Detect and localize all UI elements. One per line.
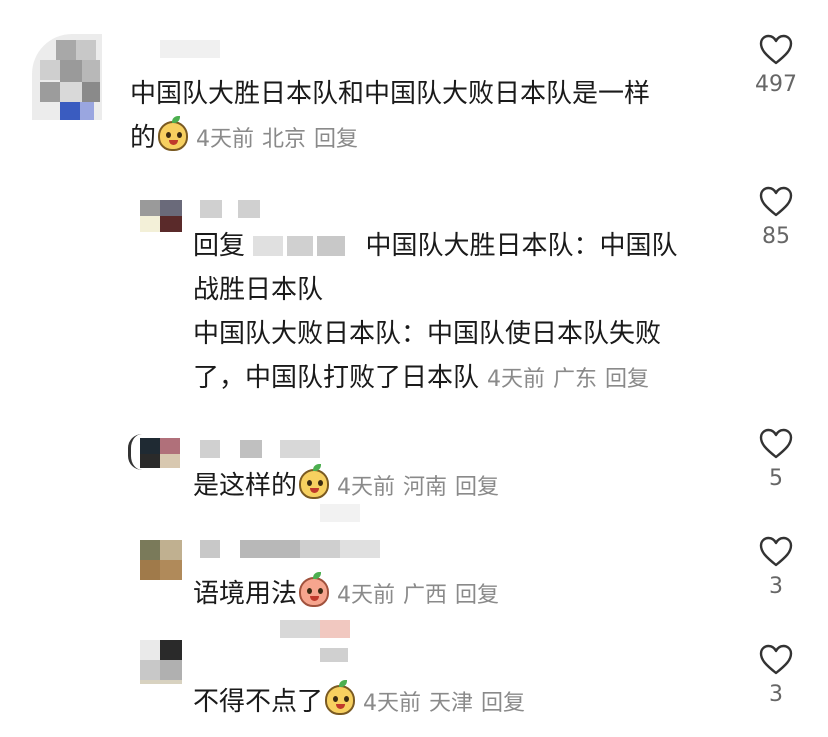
reply-line1: 中国队大胜日本队：中国队 (365, 231, 678, 261)
like-button[interactable]: 85 (746, 186, 806, 249)
comment-location: 广东 (553, 367, 598, 392)
like-count: 5 (769, 466, 783, 491)
comment-text: 了，中国队打败了日本队 4天前 广东 回复 (193, 356, 649, 402)
peach-emoji-icon (299, 572, 330, 607)
smiling-peach-emoji-icon (325, 680, 356, 715)
heart-outline-icon[interactable] (759, 644, 793, 676)
heart-outline-icon[interactable] (759, 536, 793, 568)
username-blurred[interactable] (200, 540, 380, 558)
comment-time: 4天前 (337, 475, 396, 500)
like-button[interactable]: 5 (746, 428, 806, 491)
avatar[interactable] (32, 34, 102, 120)
username-blurred[interactable] (200, 440, 320, 458)
reply-line2: 战胜日本队 (193, 275, 324, 305)
comment-text-line2: 的 (130, 123, 157, 153)
username-blurred[interactable] (200, 620, 390, 662)
like-button[interactable]: 3 (746, 644, 806, 707)
heart-outline-icon[interactable] (759, 428, 793, 460)
username-blurred[interactable] (200, 200, 260, 218)
comment-time: 4天前 (196, 127, 255, 152)
like-button[interactable]: 497 (746, 34, 806, 97)
like-button[interactable]: 3 (746, 536, 806, 599)
reply-button[interactable]: 回复 (455, 475, 499, 500)
like-count: 3 (769, 574, 783, 599)
reply-button[interactable]: 回复 (605, 367, 649, 392)
reply-line4: 了，中国队打败了日本队 (193, 363, 480, 393)
like-count: 3 (769, 682, 783, 707)
comment-text: 语境用法 4天前 广西 回复 (193, 572, 499, 618)
comment-text: 的 4天前 北京 回复 (130, 116, 358, 162)
heart-outline-icon[interactable] (759, 34, 793, 66)
reply-button[interactable]: 回复 (455, 583, 499, 608)
smiling-peach-emoji-icon (158, 116, 189, 151)
like-count: 85 (762, 224, 790, 249)
reply-text: 回复 中国队大胜日本队：中国队 (193, 224, 678, 268)
smiling-peach-emoji-icon (299, 464, 330, 499)
comment-location: 天津 (429, 691, 474, 716)
comment-location: 广西 (403, 583, 448, 608)
reply-prefix: 回复 (193, 231, 246, 261)
reply-line3: 中国队大败日本队：中国队使日本队失败 (193, 319, 662, 349)
avatar[interactable] (140, 540, 182, 580)
username-blurred[interactable] (160, 40, 220, 58)
comment-text: 中国队大胜日本队和中国队大败日本队是一样 (130, 72, 650, 116)
like-count: 497 (755, 72, 797, 97)
comment-time: 4天前 (363, 691, 422, 716)
reply-button[interactable]: 回复 (481, 691, 525, 716)
mention-blurred[interactable] (253, 234, 347, 258)
avatar[interactable] (140, 200, 182, 232)
comment-text: 不得不点了 4天前 天津 回复 (193, 680, 525, 726)
heart-outline-icon[interactable] (759, 186, 793, 218)
blurred-region (200, 504, 400, 524)
comment-location: 河南 (403, 475, 448, 500)
comment-text-line1: 中国队大胜日本队和中国队大败日本队是一样 (130, 79, 651, 109)
comment-body: 是这样的 (193, 471, 298, 501)
comment-time: 4天前 (487, 367, 546, 392)
avatar[interactable] (140, 640, 182, 684)
avatar[interactable] (128, 434, 182, 470)
comment-body: 不得不点了 (193, 687, 324, 717)
reply-button[interactable]: 回复 (314, 127, 358, 152)
comment-body: 语境用法 (193, 579, 298, 609)
comment-location: 北京 (262, 127, 307, 152)
comment-time: 4天前 (337, 583, 396, 608)
